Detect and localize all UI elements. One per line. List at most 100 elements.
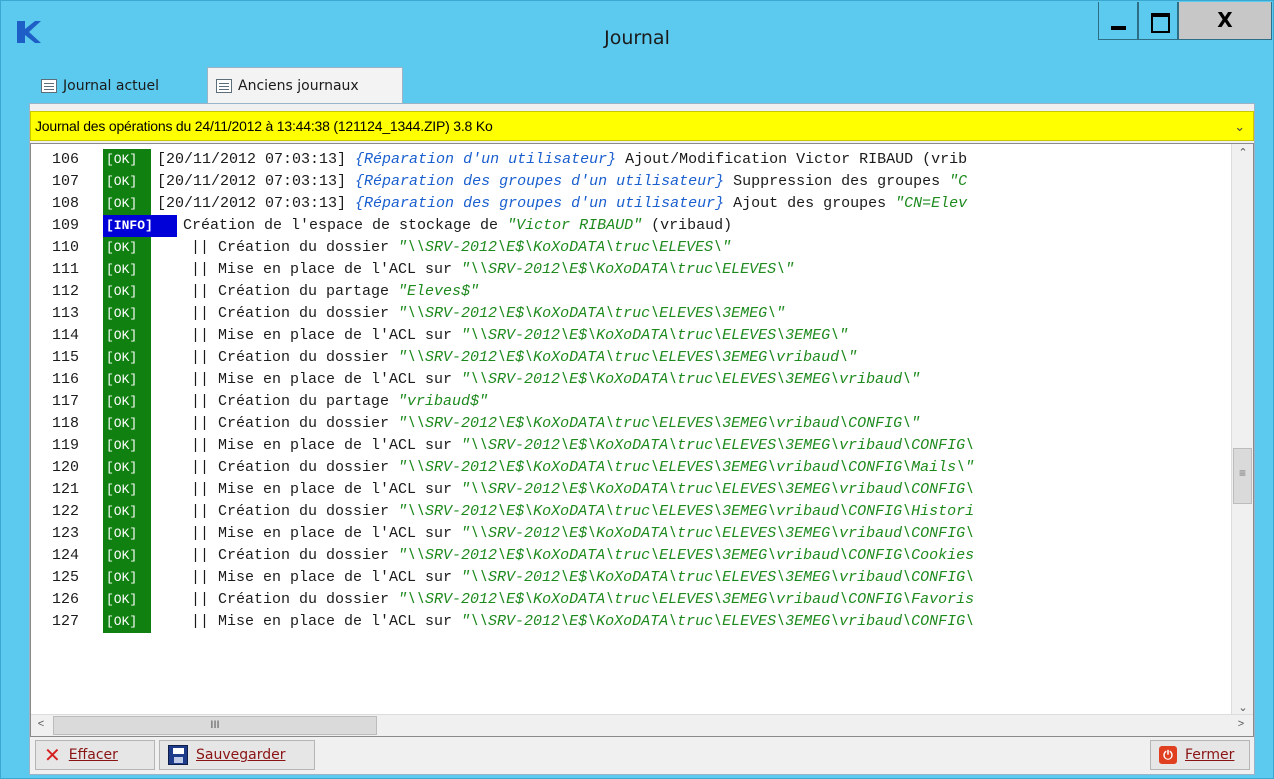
log-path-text: "\\SRV-2012\E$\KoXoDATA\truc\ELEVES\3EME… [398, 415, 921, 432]
log-message: [20/11/2012 07:03:13] {Réparation d'un u… [157, 149, 967, 171]
log-path-text: "\\SRV-2012\E$\KoXoDATA\truc\ELEVES\3EME… [461, 437, 975, 454]
line-number: 126 [51, 591, 79, 608]
log-text: [20/11/2012 07:03:13] [157, 151, 356, 168]
vertical-scrollbar[interactable]: ⌃ ≡ ⌄ [1231, 144, 1253, 716]
fermer-button[interactable]: ⏻ Fermer [1150, 740, 1250, 770]
tab-anciens-journaux[interactable]: Anciens journaux [207, 67, 403, 103]
scroll-down-arrow-icon[interactable]: ⌄ [1233, 701, 1253, 714]
log-path-text: "vribaud$" [398, 393, 489, 410]
log-line: 110 [OK] || Création du dossier "\\SRV-201… [31, 237, 1231, 259]
log-text: || Mise en place de l'ACL sur [191, 371, 462, 388]
log-line: 117 [OK] || Création du partage "vribaud$" [31, 391, 1231, 413]
log-text: || Mise en place de l'ACL sur [191, 327, 462, 344]
log-step-text: {Réparation des groupes d'un utilisateur… [355, 173, 725, 190]
horizontal-scroll-thumb[interactable]: III [53, 716, 377, 735]
log-text: Ajout des groupes [724, 195, 896, 212]
line-number: 125 [51, 569, 79, 586]
minimize-button[interactable] [1098, 2, 1138, 40]
delete-x-icon: ✕ [44, 743, 61, 767]
log-line: 122 [OK] || Création du dossier "\\SRV-201… [31, 501, 1231, 523]
log-path-text: "\\SRV-2012\E$\KoXoDATA\truc\ELEVES\3EME… [461, 327, 849, 344]
log-line: 124 [OK] || Création du dossier "\\SRV-201… [31, 545, 1231, 567]
log-message: || Mise en place de l'ACL sur "\\SRV-201… [157, 523, 974, 545]
log-message: || Mise en place de l'ACL sur "\\SRV-201… [157, 435, 974, 457]
log-text: || Création du dossier [191, 415, 399, 432]
scroll-left-arrow-icon[interactable]: < [31, 718, 51, 730]
title-bar: Journal X [1, 1, 1273, 61]
log-text: (vribaud) [642, 217, 733, 234]
tab-label: Journal actuel [63, 78, 160, 94]
log-message: || Mise en place de l'ACL sur "\\SRV-201… [157, 611, 974, 633]
log-path-text: "\\SRV-2012\E$\KoXoDATA\truc\ELEVES\3EME… [398, 503, 975, 520]
log-line: 109 [INFO] Création de l'espace de stockag… [31, 215, 1231, 237]
log-line: 112 [OK] || Création du partage "Eleves$" [31, 281, 1231, 303]
log-path-text: "\\SRV-2012\E$\KoXoDATA\truc\ELEVES\3EME… [461, 569, 975, 586]
log-path-text: "\\SRV-2012\E$\KoXoDATA\truc\ELEVES\3EME… [461, 371, 921, 388]
bottom-toolbar: ✕ Effacer Sauvegarder ⏻ Fermer [30, 740, 1254, 776]
tab-journal-actuel[interactable]: Journal actuel [33, 71, 205, 101]
log-text: || Création du dossier [191, 459, 399, 476]
ok-badge: [OK] [103, 391, 151, 413]
ok-badge: [OK] [103, 171, 151, 193]
ok-badge: [OK] [103, 149, 151, 171]
log-message: [20/11/2012 07:03:13] {Réparation des gr… [157, 171, 967, 193]
log-message: || Création du dossier "\\SRV-2012\E$\Ko… [157, 589, 974, 611]
log-line: 119 [OK] || Mise en place de l'ACL sur "\\… [31, 435, 1231, 457]
log-message: || Mise en place de l'ACL sur "\\SRV-201… [157, 369, 920, 391]
effacer-label: Effacer [68, 747, 118, 763]
scroll-up-arrow-icon[interactable]: ⌃ [1233, 146, 1253, 159]
log-message: || Création du partage "vribaud$" [157, 391, 488, 413]
log-text: [20/11/2012 07:03:13] [157, 173, 356, 190]
line-number: 120 [51, 459, 79, 476]
scroll-right-arrow-icon[interactable]: > [1231, 718, 1251, 730]
line-number: 122 [51, 503, 79, 520]
ok-badge: [OK] [103, 413, 151, 435]
horizontal-scrollbar[interactable]: < III > [31, 714, 1253, 736]
chevron-down-icon[interactable]: ⌄ [1234, 119, 1245, 135]
ok-badge: [OK] [103, 369, 151, 391]
log-path-text: "C [949, 173, 968, 190]
journal-select[interactable]: Journal des opérations du 24/11/2012 à 1… [30, 111, 1254, 141]
log-path-text: "CN=Elev [895, 195, 968, 212]
sauvegarder-button[interactable]: Sauvegarder [159, 740, 315, 770]
log-path-text: "\\SRV-2012\E$\KoXoDATA\truc\ELEVES\3EME… [461, 481, 975, 498]
journal-window: Journal X Journal actuel Anciens journau… [0, 0, 1274, 779]
ok-badge: [OK] [103, 435, 151, 457]
log-text: || Création du dossier [191, 591, 399, 608]
log-text: || Création du dossier [191, 305, 399, 322]
log-path-text: "\\SRV-2012\E$\KoXoDATA\truc\ELEVES\3EME… [398, 349, 858, 366]
vertical-scroll-thumb[interactable]: ≡ [1233, 448, 1252, 504]
log-line: 114 [OK] || Mise en place de l'ACL sur "\\… [31, 325, 1231, 347]
line-number: 113 [51, 305, 79, 322]
line-number: 127 [51, 613, 79, 630]
log-line: 118 [OK] || Création du dossier "\\SRV-201… [31, 413, 1231, 435]
log-line: 113 [OK] || Création du dossier "\\SRV-201… [31, 303, 1231, 325]
log-text: [20/11/2012 07:03:13] [157, 195, 356, 212]
line-number: 118 [51, 415, 79, 432]
line-number: 110 [51, 239, 79, 256]
log-path-text: "Victor RIBAUD" [507, 217, 643, 234]
line-number: 109 [51, 217, 79, 234]
log-message: || Création du dossier "\\SRV-2012\E$\Ko… [157, 413, 920, 435]
ok-badge: [OK] [103, 237, 151, 259]
log-message: || Création du dossier "\\SRV-2012\E$\Ko… [157, 347, 857, 369]
log-message: Création de l'espace de stockage de "Vic… [183, 215, 732, 237]
log-line: 111 [OK] || Mise en place de l'ACL sur "\\… [31, 259, 1231, 281]
log-line: 115 [OK] || Création du dossier "\\SRV-201… [31, 347, 1231, 369]
log-text: || Mise en place de l'ACL sur [191, 481, 462, 498]
grip-icon: ≡ [1238, 466, 1246, 480]
log-view[interactable]: 106 [OK] [20/11/2012 07:03:13] {Réparation… [30, 143, 1254, 737]
info-badge: [INFO] [103, 215, 177, 237]
log-path-text: "\\SRV-2012\E$\KoXoDATA\truc\ELEVES\" [461, 261, 795, 278]
log-step-text: {Réparation d'un utilisateur} [355, 151, 617, 168]
close-button[interactable]: X [1178, 2, 1272, 40]
grip-icon: III [210, 719, 220, 731]
ok-badge: [OK] [103, 611, 151, 633]
log-text: || Création du dossier [191, 503, 399, 520]
effacer-button[interactable]: ✕ Effacer [35, 740, 155, 770]
maximize-button[interactable] [1138, 2, 1178, 40]
log-path-text: "\\SRV-2012\E$\KoXoDATA\truc\ELEVES\3EME… [461, 613, 975, 630]
ok-badge: [OK] [103, 501, 151, 523]
log-line: 125 [OK] || Mise en place de l'ACL sur "\\… [31, 567, 1231, 589]
log-line: 123 [OK] || Mise en place de l'ACL sur "\\… [31, 523, 1231, 545]
